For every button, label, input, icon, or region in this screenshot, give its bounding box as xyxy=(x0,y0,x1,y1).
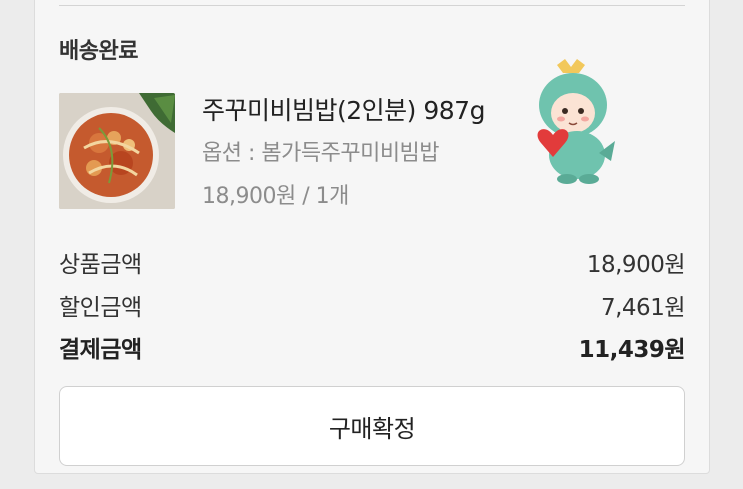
dragon-sticker-icon xyxy=(527,57,619,185)
product-name[interactable]: 주꾸미비빔밥(2인분) 987g xyxy=(202,91,485,127)
payment-amount-value: 11,439원 xyxy=(578,337,686,363)
product-price-quantity: 18,900원 / 1개 xyxy=(202,184,349,209)
payment-amount-label: 결제금액 xyxy=(59,337,142,363)
product-amount-label: 상품금액 xyxy=(59,252,142,278)
order-card: 배송완료 주꾸미비빔밥(2인분) 987g 옵션 : 봄가득주꾸미비빔밥 18,… xyxy=(34,0,710,474)
product-option: 옵션 : 봄가득주꾸미비빔밥 xyxy=(202,141,440,166)
product-amount-value: 18,900원 xyxy=(586,252,686,278)
product-thumbnail[interactable] xyxy=(59,93,175,209)
discount-amount-value: 7,461원 xyxy=(600,295,686,321)
discount-amount-row: 할인금액 7,461원 xyxy=(59,288,686,322)
confirm-purchase-button[interactable]: 구매확정 xyxy=(59,386,685,466)
delivery-status: 배송완료 xyxy=(59,39,138,64)
discount-amount-label: 할인금액 xyxy=(59,295,142,321)
product-amount-row: 상품금액 18,900원 xyxy=(59,245,686,279)
top-divider xyxy=(59,5,685,6)
payment-amount-row: 결제금액 11,439원 xyxy=(59,330,686,364)
bibimbap-food-photo-icon xyxy=(59,93,175,209)
